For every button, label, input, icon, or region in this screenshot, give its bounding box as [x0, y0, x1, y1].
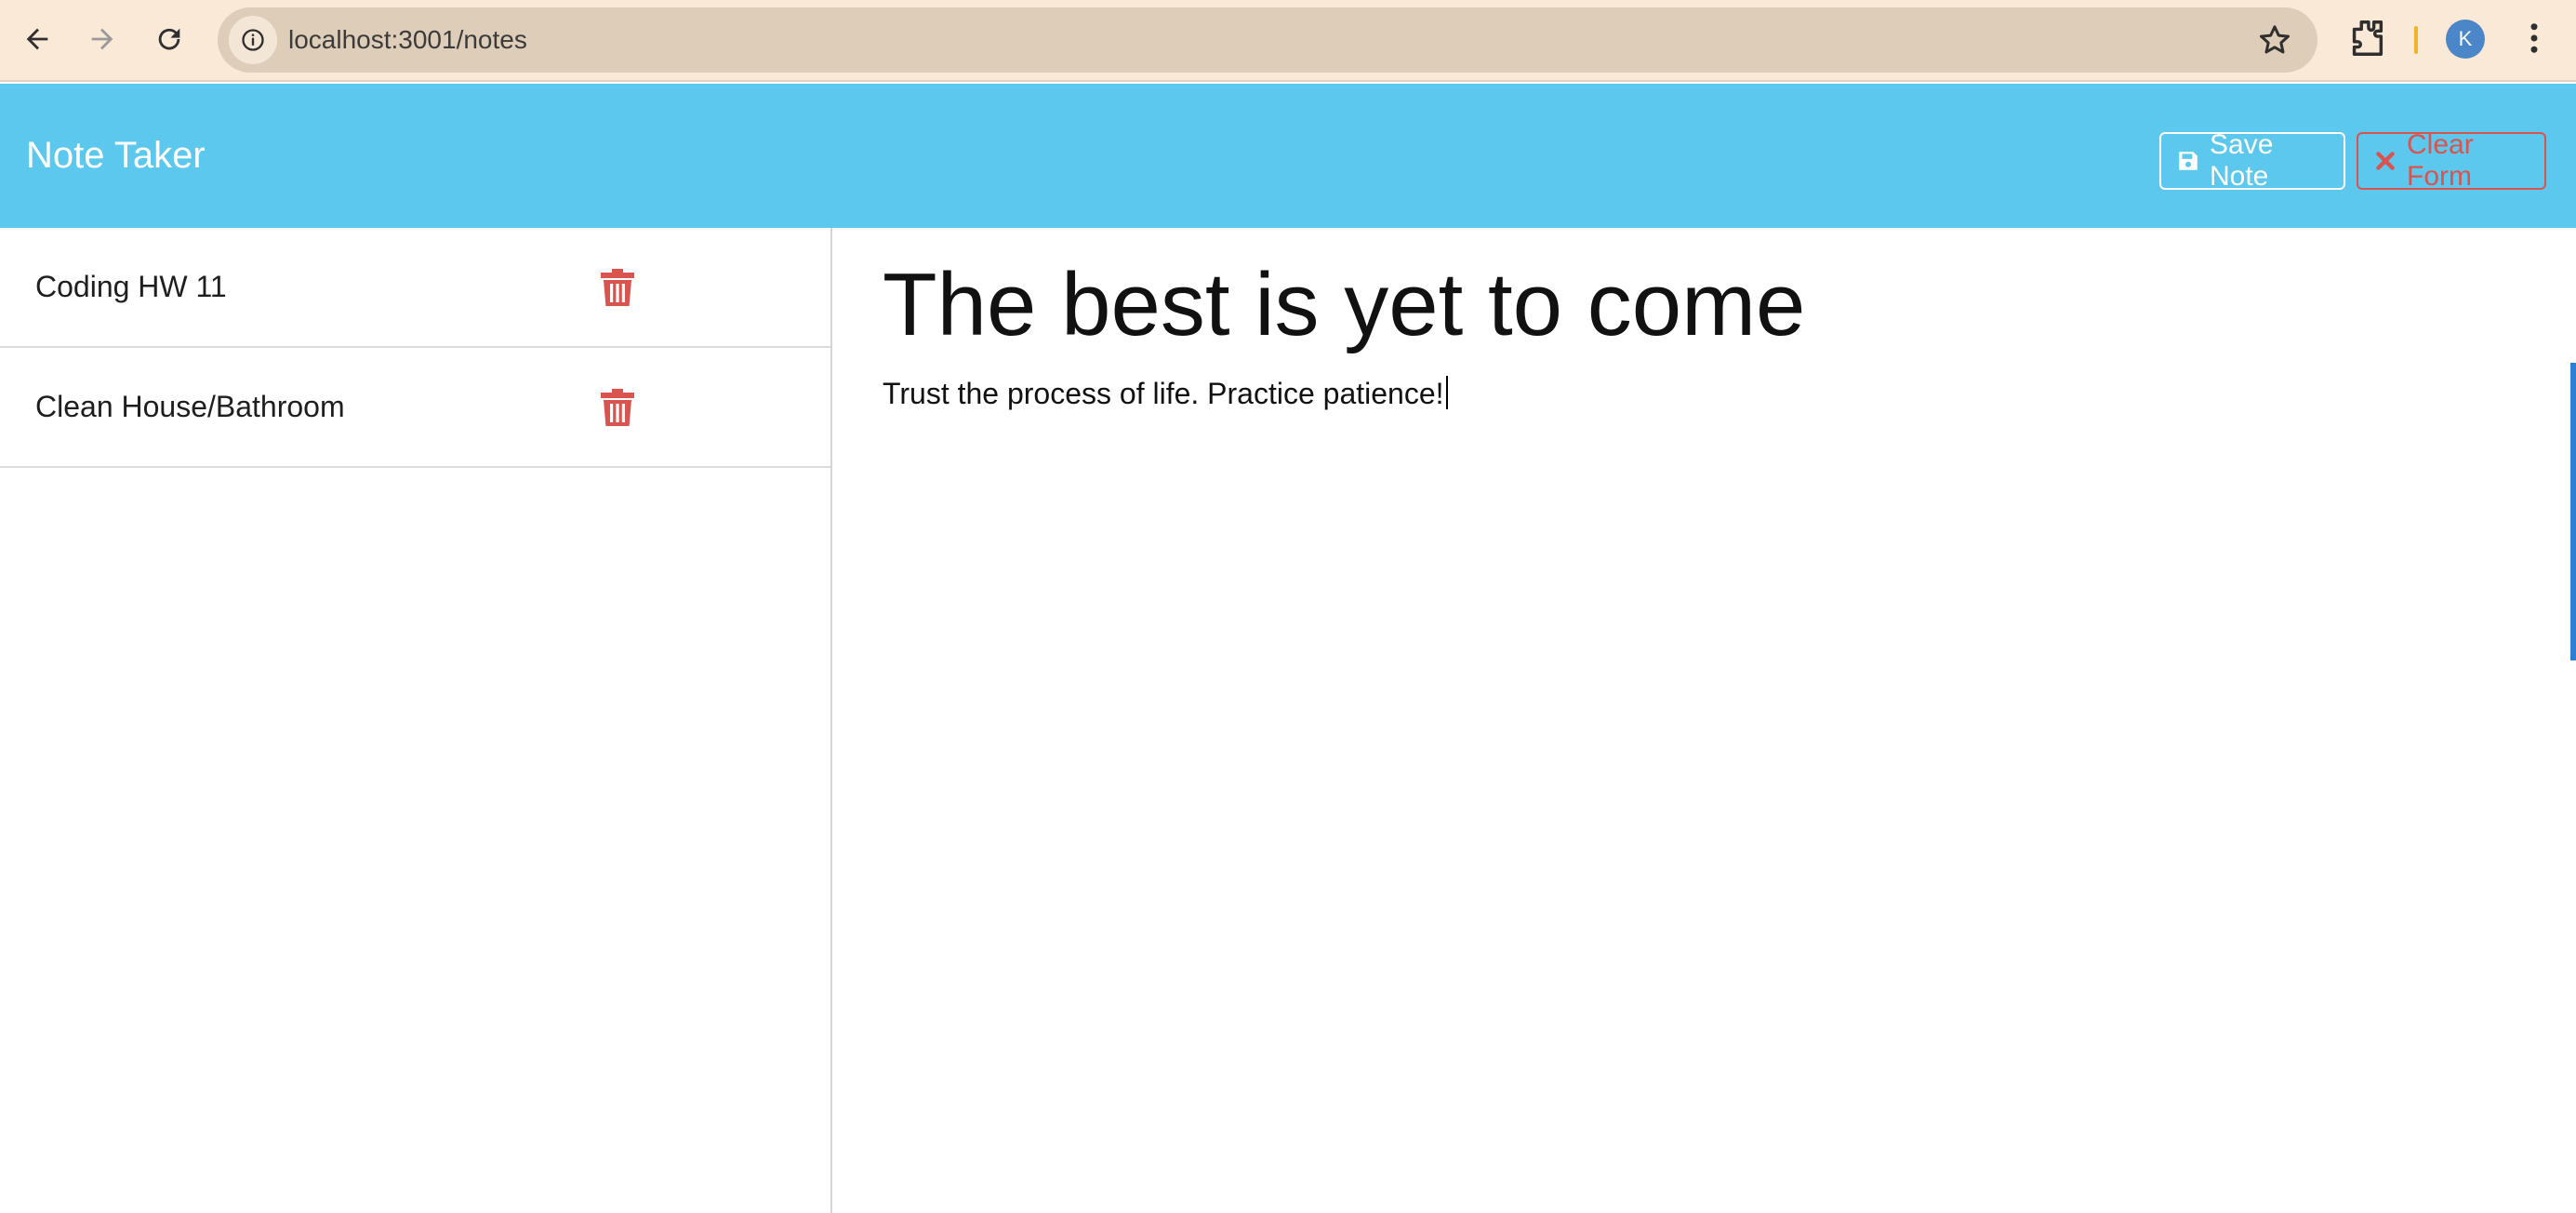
save-note-button[interactable]: Save Note — [2159, 129, 2345, 192]
note-text-area[interactable]: Trust the process of life. Practice pati… — [883, 375, 2463, 412]
note-editor-panel: The best is yet to come Trust the proces… — [834, 228, 2576, 1213]
site-info-button[interactable] — [229, 16, 277, 64]
menu-dots-icon[interactable] — [2515, 17, 2554, 60]
list-item[interactable]: Coding HW 11 — [0, 228, 830, 348]
note-list-panel: Coding HW 11 Clean House/Bathroom — [0, 228, 832, 1213]
note-text-content: Trust the process of life. Practice pati… — [883, 377, 1444, 410]
text-caret — [1445, 376, 1448, 409]
back-button[interactable] — [11, 13, 63, 65]
note-title[interactable]: Clean House/Bathroom — [35, 390, 345, 424]
star-icon[interactable] — [2256, 21, 2293, 59]
back-arrow-icon — [26, 28, 48, 50]
note-title-input[interactable]: The best is yet to come — [883, 256, 2463, 354]
clear-form-label: Clear Form — [2407, 129, 2474, 192]
clear-form-button[interactable]: Clear Form — [2357, 129, 2546, 192]
profile-avatar[interactable]: K — [2446, 20, 2485, 59]
save-icon — [2179, 152, 2198, 170]
info-icon — [242, 29, 264, 51]
brand-title[interactable]: Note Taker — [26, 84, 206, 228]
address-bar[interactable]: localhost:3001/notes — [218, 7, 2317, 73]
toolbar-divider — [2414, 26, 2418, 54]
reload-icon — [158, 28, 180, 50]
app-navbar: Note Taker Save Note Clear Form — [0, 84, 2576, 228]
forward-button[interactable] — [76, 13, 128, 65]
window-edge-accent — [2570, 363, 2576, 660]
reload-button[interactable] — [143, 13, 195, 65]
browser-toolbar: localhost:3001/notes K — [0, 0, 2576, 82]
list-item[interactable]: Clean House/Bathroom — [0, 348, 830, 468]
url-text[interactable]: localhost:3001/notes — [288, 7, 527, 73]
save-note-label: Save Note — [2210, 129, 2274, 192]
note-list: Coding HW 11 Clean House/Bathroom — [0, 228, 830, 468]
forward-arrow-icon — [91, 28, 113, 50]
close-icon — [2376, 152, 2395, 170]
trash-icon[interactable] — [601, 268, 634, 306]
trash-icon[interactable] — [601, 388, 634, 426]
extensions-icon[interactable] — [2345, 17, 2388, 60]
note-title[interactable]: Coding HW 11 — [35, 270, 227, 304]
